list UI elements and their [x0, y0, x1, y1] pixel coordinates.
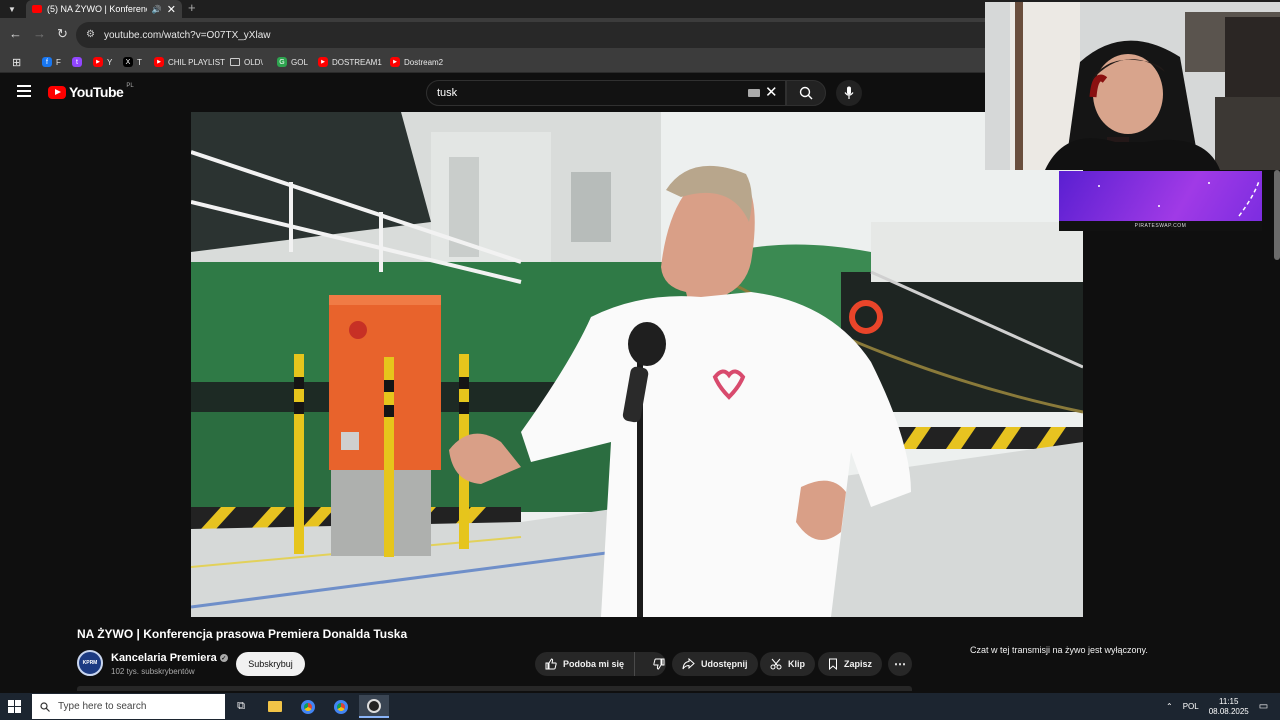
chat-disabled-message: Czat w tej transmisji na żywo jest wyłąc…: [970, 645, 1148, 655]
bookmark-t[interactable]: XT: [123, 55, 142, 69]
input-language[interactable]: POL: [1183, 702, 1199, 711]
youtube-play-logo-icon: [48, 85, 66, 99]
windows-taskbar: Type here to search ⧉ ⌃ POL 11:15 08.08.…: [0, 693, 1280, 720]
thumbs-down-icon: [653, 658, 665, 670]
video-title: NA ŻYWO | Konferencja prasowa Premiera D…: [77, 627, 408, 641]
task-view-icon[interactable]: ⧉: [226, 695, 256, 718]
like-button[interactable]: Podoba mi się: [535, 652, 636, 676]
site-info-icon[interactable]: ⚙: [86, 29, 95, 40]
channel-avatar[interactable]: KPRM: [77, 650, 103, 676]
system-tray: ⌃ POL 11:15 08.08.2025 ▭: [1166, 693, 1268, 720]
new-tab-button[interactable]: +: [188, 0, 196, 15]
promo-label: PIRATESWAP.COM: [1059, 221, 1262, 231]
share-arrow-icon: [682, 658, 695, 670]
search-icon: [40, 701, 50, 712]
chrome-profile-1-icon[interactable]: [293, 695, 323, 718]
back-arrow-icon[interactable]: ←: [9, 26, 22, 41]
save-button[interactable]: Zapisz: [818, 652, 883, 676]
bookmark-gol[interactable]: G GOL: [277, 55, 308, 69]
twitch-icon: t: [72, 57, 82, 67]
youtube-favicon-icon: [32, 5, 42, 13]
promo-graphic: [1098, 180, 1260, 217]
browser-tab-active[interactable]: (5) NA ŻYWO | Konferencja prasowa 🔊 ✕: [26, 0, 182, 18]
close-tab-icon[interactable]: ✕: [167, 3, 176, 16]
bookmark-folder-old[interactable]: OLD\: [230, 55, 263, 69]
tray-chevron-up-icon[interactable]: ⌃: [1166, 702, 1173, 711]
file-explorer-icon[interactable]: [260, 695, 290, 718]
voice-search-button[interactable]: [836, 80, 862, 106]
bookmark-twitch[interactable]: t: [72, 55, 82, 69]
keyboard-icon[interactable]: [748, 89, 760, 97]
bookmark-y[interactable]: ▶ Y: [93, 55, 112, 69]
youtube-icon: ▶: [154, 57, 164, 67]
youtube-icon: ▶: [318, 57, 328, 67]
bookmark-f[interactable]: fF: [42, 55, 61, 69]
folder-icon: [230, 58, 240, 66]
tab-title: (5) NA ŻYWO | Konferencja prasowa: [47, 4, 147, 14]
microphone-icon: [844, 86, 854, 99]
notifications-icon[interactable]: ▭: [1259, 701, 1268, 712]
windows-start-icon[interactable]: [8, 700, 21, 713]
webcam-frame: [985, 2, 1280, 170]
chrome-profile-2-icon[interactable]: [326, 695, 356, 718]
like-dislike-group: Podoba mi się: [535, 652, 666, 676]
tab-search-chevron-icon[interactable]: ▼: [4, 2, 20, 16]
audio-playing-icon[interactable]: 🔊: [152, 5, 162, 14]
more-actions-button[interactable]: ⋯: [888, 652, 912, 676]
pirateswap-promo-banner: PIRATESWAP.COM: [1059, 171, 1262, 231]
x-icon: X: [123, 57, 133, 67]
menu-hamburger-icon[interactable]: [17, 85, 31, 97]
subscriber-count: 102 tys. subskrybentów: [111, 667, 195, 676]
obs-studio-icon[interactable]: [359, 695, 389, 718]
video-frame: [191, 112, 1083, 617]
bookmark-chil-playlist[interactable]: ▶ CHIL PLAYLIST: [154, 55, 225, 69]
facebook-icon: f: [42, 57, 52, 67]
bookmark-icon: [829, 658, 837, 670]
youtube-icon: ▶: [93, 57, 103, 67]
share-button[interactable]: Udostępnij: [672, 652, 758, 676]
taskbar-search-box[interactable]: Type here to search: [32, 694, 225, 719]
scissors-icon: [770, 658, 782, 670]
page-scrollbar-thumb[interactable]: [1274, 170, 1280, 260]
search-input[interactable]: tusk: [426, 80, 786, 106]
verified-check-icon: ✓: [219, 654, 228, 662]
youtube-logo[interactable]: YouTube PL: [48, 83, 134, 100]
channel-name[interactable]: Kancelaria Premiera ✓: [111, 652, 228, 664]
more-dots-icon: ⋯: [894, 657, 906, 671]
clear-search-icon[interactable]: ✕: [765, 83, 778, 101]
gol-icon: G: [277, 57, 287, 67]
taskbar-clock[interactable]: 11:15 08.08.2025: [1209, 697, 1249, 717]
video-player[interactable]: [191, 112, 1083, 617]
clip-button[interactable]: Klip: [760, 652, 815, 676]
thumbs-up-icon: [545, 658, 557, 670]
streamer-webcam-overlay: [985, 2, 1280, 170]
bookmark-dostream2[interactable]: ▶ Dostream2: [390, 55, 443, 69]
description-box-edge[interactable]: [77, 686, 912, 691]
forward-arrow-icon[interactable]: →: [33, 26, 46, 41]
bookmark-dostream1[interactable]: ▶ DOSTREAM1: [318, 55, 382, 69]
search-button[interactable]: [786, 80, 826, 106]
reload-icon[interactable]: ↻: [57, 26, 68, 42]
search-icon: [799, 86, 813, 100]
address-bar-url: youtube.com/watch?v=O07TX_yXlaw: [104, 29, 271, 41]
apps-grid-icon[interactable]: ⊞: [12, 55, 21, 69]
subscribe-button[interactable]: Subskrybuj: [236, 652, 305, 676]
youtube-icon: ▶: [390, 57, 400, 67]
